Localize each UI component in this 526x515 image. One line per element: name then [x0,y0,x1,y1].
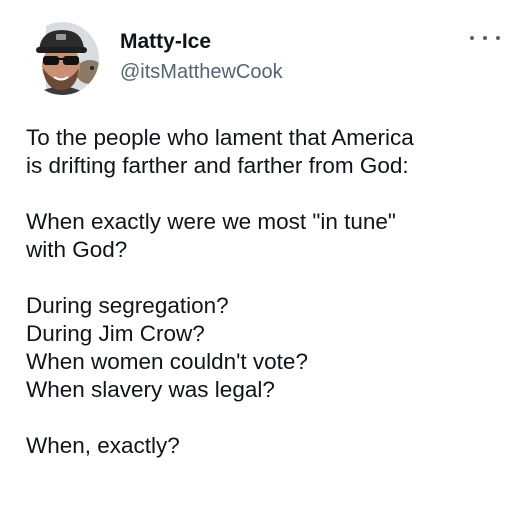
tweet-text-line: During Jim Crow? [26,321,205,346]
tweet-text-line: To the people who lament that America [26,125,414,150]
tweet-text-line: When exactly were we most "in tune" [26,209,396,234]
tweet-text-line: When, exactly? [26,433,180,458]
tweet-text-line: During segregation? [26,293,229,318]
tweet-text-line: is drifting farther and farther from God… [26,153,409,178]
tweet-text: To the people who lament that America is… [26,124,506,460]
tweet-text-line: with God? [26,237,128,262]
tweet-text-line: When slavery was legal? [26,377,275,402]
tweet-card: Matty-Ice @itsMatthewCook To the people … [0,0,526,515]
tweet-text-line: When women couldn't vote? [26,349,308,374]
display-name[interactable]: Matty-Ice [120,30,211,54]
more-options-icon[interactable] [470,28,500,48]
user-handle[interactable]: @itsMatthewCook [120,60,283,84]
avatar-photo [26,22,99,95]
avatar[interactable] [26,22,99,95]
